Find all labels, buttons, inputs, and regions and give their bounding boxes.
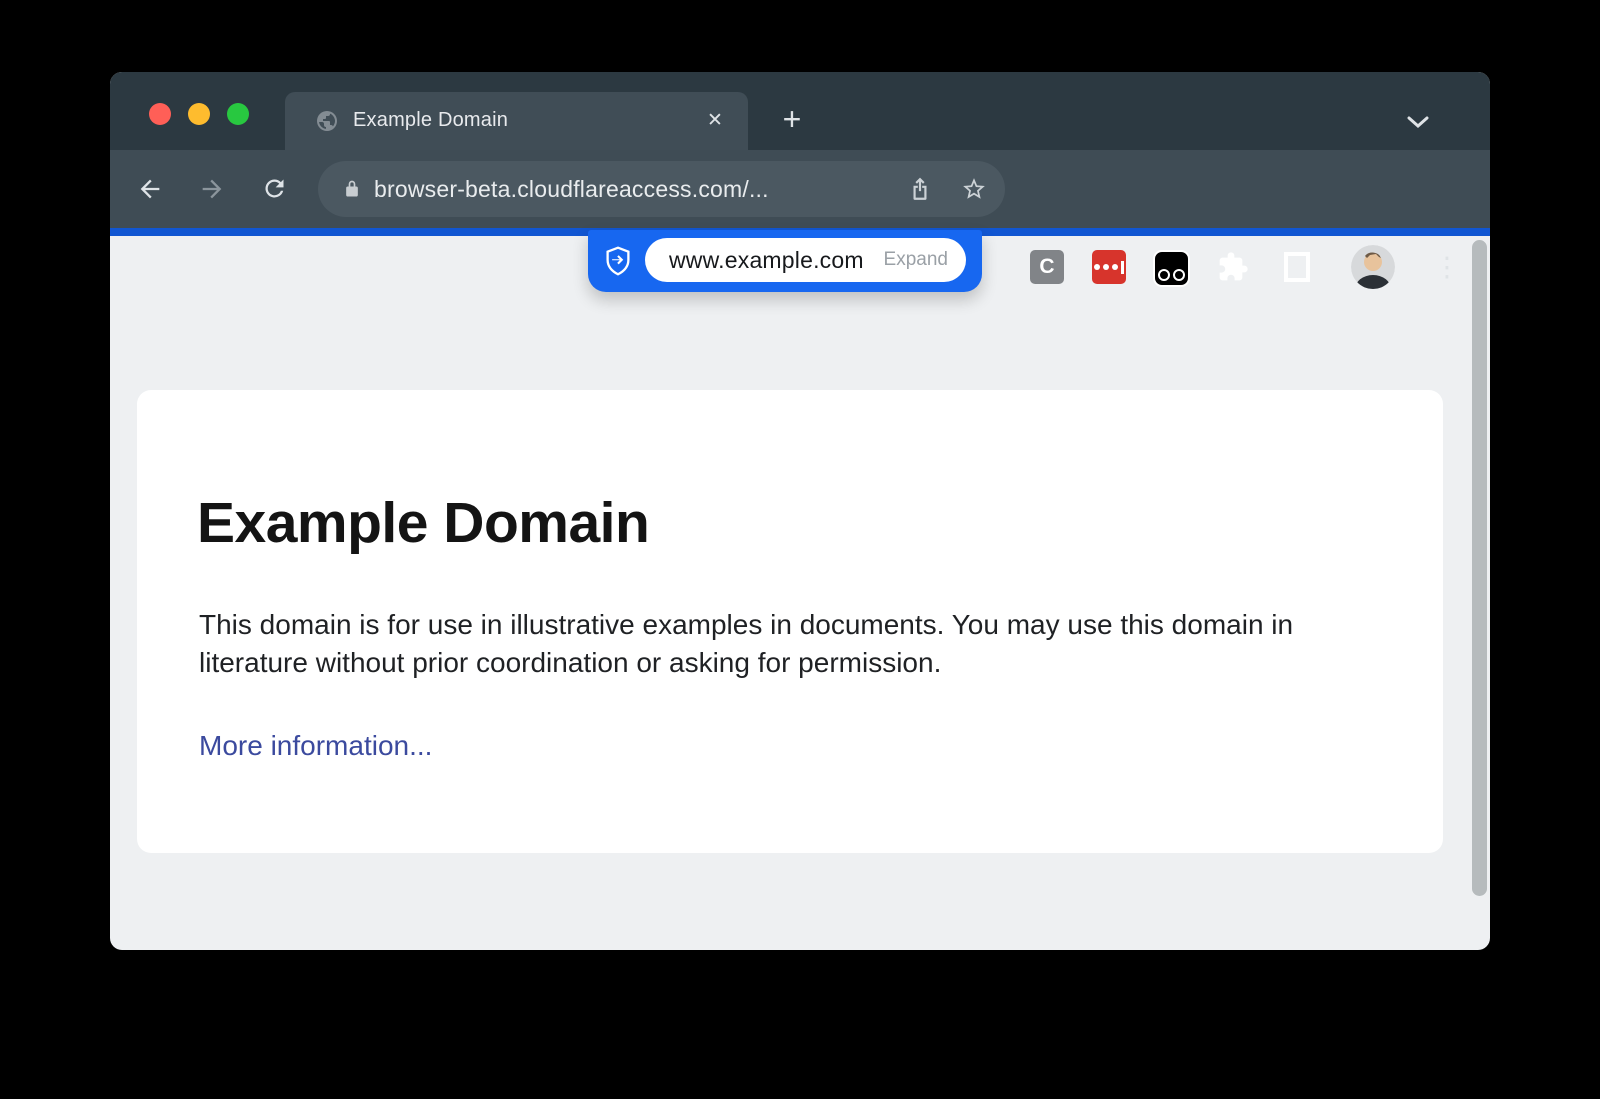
- profile-avatar[interactable]: [1351, 245, 1395, 289]
- expand-button[interactable]: Expand: [884, 249, 948, 271]
- back-button[interactable]: [136, 175, 164, 203]
- window-controls: [149, 103, 249, 125]
- tab-strip: Example Domain ✕ +: [110, 72, 1490, 150]
- goggles-extension-icon[interactable]: [1153, 250, 1190, 287]
- close-window-button[interactable]: [149, 103, 171, 125]
- globe-icon: [315, 109, 339, 133]
- page-paragraph: This domain is for use in illustrative e…: [199, 606, 1359, 682]
- new-tab-button[interactable]: +: [772, 100, 812, 140]
- browser-menu-icon[interactable]: ⋮: [1432, 245, 1462, 289]
- isolated-site-url: www.example.com: [669, 247, 864, 274]
- close-tab-icon[interactable]: ✕: [700, 106, 730, 136]
- minimize-window-button[interactable]: [188, 103, 210, 125]
- tab-title: Example Domain: [353, 109, 508, 132]
- address-bar[interactable]: browser-beta.cloudflareaccess.com/...: [318, 161, 1005, 217]
- extensions-puzzle-icon[interactable]: [1216, 250, 1250, 284]
- chevron-down-icon[interactable]: [1405, 114, 1431, 135]
- fullscreen-window-button[interactable]: [227, 103, 249, 125]
- toolbar: browser-beta.cloudflareaccess.com/... C: [110, 150, 1490, 228]
- url-text[interactable]: browser-beta.cloudflareaccess.com/...: [374, 176, 769, 203]
- side-panel-extension-icon[interactable]: [1280, 250, 1314, 284]
- share-icon[interactable]: [907, 176, 933, 202]
- browser-window: Example Domain ✕ +: [110, 72, 1490, 950]
- more-information-link[interactable]: More information...: [199, 730, 432, 762]
- page-title: Example Domain: [197, 490, 649, 556]
- forward-button[interactable]: [198, 175, 226, 203]
- lock-icon[interactable]: [342, 178, 362, 200]
- scrollbar-thumb[interactable]: [1472, 240, 1487, 896]
- content-card: Example Domain This domain is for use in…: [137, 390, 1443, 853]
- isolation-site-field[interactable]: www.example.com Expand: [645, 238, 966, 282]
- tab-example-domain[interactable]: Example Domain ✕: [285, 92, 748, 150]
- lastpass-extension-icon[interactable]: [1092, 250, 1126, 284]
- shield-arrow-icon: [604, 246, 632, 276]
- reload-button[interactable]: [261, 175, 289, 203]
- bookmark-star-icon[interactable]: [961, 176, 987, 202]
- isolation-url-pill[interactable]: www.example.com Expand: [588, 230, 982, 292]
- extension-c-icon[interactable]: C: [1030, 250, 1064, 284]
